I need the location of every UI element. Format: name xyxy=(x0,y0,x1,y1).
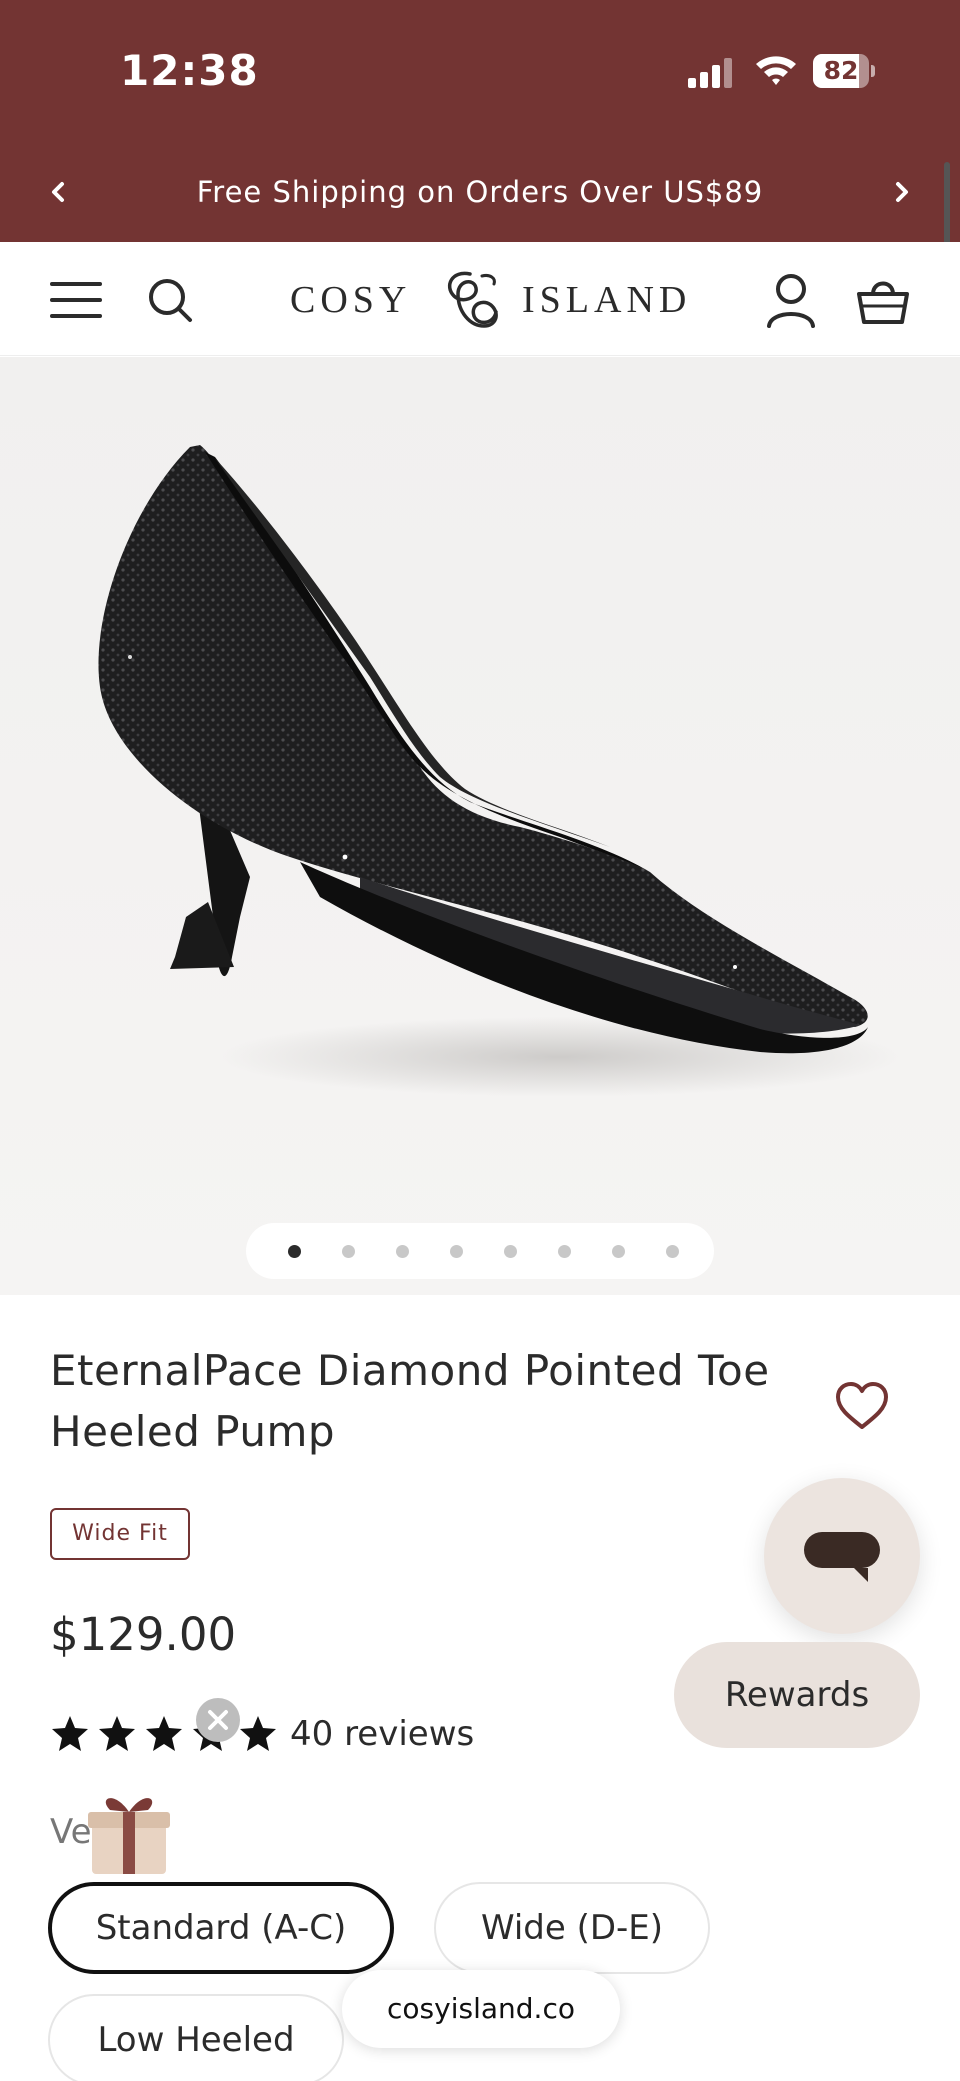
option-low-heeled[interactable]: Low Heeled xyxy=(48,1994,344,2081)
cellular-signal-icon xyxy=(688,58,732,88)
search-icon[interactable] xyxy=(146,276,194,324)
wifi-icon xyxy=(756,56,796,85)
product-price: $129.00 xyxy=(50,1608,237,1661)
reviews-count[interactable]: 40 reviews xyxy=(290,1714,474,1754)
gift-box-icon[interactable] xyxy=(84,1788,174,1878)
star-icon xyxy=(146,1716,182,1751)
gallery-dot[interactable] xyxy=(612,1245,625,1258)
site-header: COSY ISLAND xyxy=(0,242,960,356)
product-title: EternalPace Diamond Pointed Toe Heeled P… xyxy=(50,1346,770,1456)
gallery-dot[interactable] xyxy=(666,1245,679,1258)
logo-text-right: ISLAND xyxy=(522,279,692,321)
announcement-bar: Free Shipping on Orders Over US$89 xyxy=(0,143,960,242)
product-gallery[interactable] xyxy=(0,357,960,1295)
chat-bubble-icon xyxy=(804,1532,880,1582)
star-icon xyxy=(99,1716,135,1751)
option-wide[interactable]: Wide (D-E) xyxy=(434,1882,710,1974)
chevron-right-icon[interactable] xyxy=(886,176,918,208)
gallery-dot[interactable] xyxy=(504,1245,517,1258)
close-icon xyxy=(208,1710,228,1730)
battery-indicator: 82 xyxy=(813,54,875,88)
star-icon xyxy=(52,1716,88,1751)
wide-fit-badge: Wide Fit xyxy=(50,1508,190,1560)
gallery-dot[interactable] xyxy=(396,1245,409,1258)
gallery-dot[interactable] xyxy=(450,1245,463,1258)
gallery-dot[interactable] xyxy=(342,1245,355,1258)
chat-button[interactable] xyxy=(764,1478,920,1634)
gallery-dot[interactable] xyxy=(558,1245,571,1258)
cosy-island-logo[interactable]: COSY ISLAND xyxy=(288,268,686,332)
logo-monogram-icon xyxy=(448,271,498,328)
option-standard[interactable]: Standard (A-C) xyxy=(48,1882,394,1974)
heart-wishlist-icon[interactable] xyxy=(834,1380,890,1432)
gallery-pagination xyxy=(246,1223,714,1279)
status-time: 12:38 xyxy=(120,46,259,95)
status-bar: 12:38 82 xyxy=(0,0,960,143)
cart-basket-icon[interactable] xyxy=(856,272,910,326)
gallery-dot[interactable] xyxy=(288,1245,301,1258)
account-icon[interactable] xyxy=(766,272,816,328)
product-image[interactable] xyxy=(0,357,960,1295)
close-popup-button[interactable] xyxy=(196,1698,240,1742)
star-icon xyxy=(240,1716,276,1751)
browser-url-bar[interactable]: cosyisland.co xyxy=(342,1970,620,2048)
rewards-button[interactable]: Rewards xyxy=(674,1642,920,1748)
logo-text-left: COSY xyxy=(290,279,412,321)
hamburger-menu-icon[interactable] xyxy=(48,278,104,322)
announcement-text: Free Shipping on Orders Over US$89 xyxy=(196,175,764,209)
battery-percent: 82 xyxy=(823,56,859,85)
